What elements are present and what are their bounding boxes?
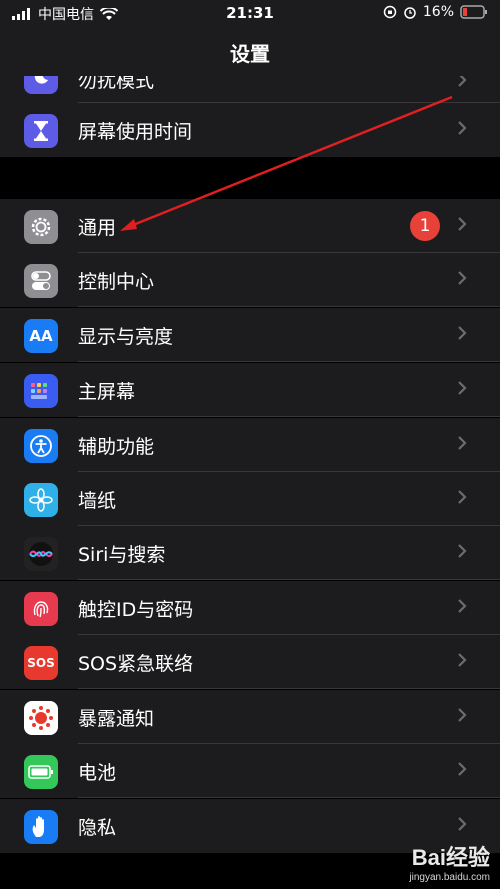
home-grid-icon [24,374,58,408]
sos-icon-text: SOS [27,656,55,670]
row-label: 辅助功能 [78,436,155,458]
settings-row-screen-time[interactable]: 屏幕使用时间 [0,103,500,157]
row-separator [78,416,500,417]
watermark-logo: Bai经验 [411,845,490,870]
row-label: 通用 [78,217,117,239]
row-separator [78,361,500,362]
settings-row-accessibility[interactable]: 辅助功能 [0,418,500,472]
battery-icon [24,755,58,789]
chevron-right-icon [458,271,467,285]
settings-row-home-screen[interactable]: 主屏幕 [0,363,500,417]
chevron-right-icon [458,762,467,776]
display-icon: AA [24,319,58,353]
settings-row-exposure-notifications[interactable]: 暴露通知 [0,690,500,744]
settings-row-display-brightness[interactable]: AA 显示与亮度 [0,308,500,362]
chevron-right-icon [458,436,467,450]
chevron-right-icon [458,326,467,340]
gear-icon [24,210,58,244]
settings-row-siri-search[interactable]: Siri与搜索 [0,526,500,580]
siri-icon [24,537,58,571]
row-separator [78,306,500,307]
settings-row-emergency-sos[interactable]: SOS SOS紧急联络 [0,635,500,689]
row-label: 屏幕使用时间 [78,121,193,143]
display-icon-text: AA [29,327,53,345]
notification-badge: 1 [410,211,440,241]
chevron-right-icon [458,708,467,722]
chevron-right-icon [458,76,467,87]
row-separator [78,579,500,580]
chevron-right-icon [458,544,467,558]
row-label: 墙纸 [78,490,117,512]
row-label: 暴露通知 [78,708,155,730]
flower-icon [24,483,58,517]
row-label: SOS紧急联络 [78,653,194,675]
settings-row-general[interactable]: 通用 1 [0,199,500,253]
row-label: 显示与亮度 [78,326,174,348]
row-label: 控制中心 [78,271,155,293]
chevron-right-icon [458,490,467,504]
section-gap [0,157,500,199]
orientation-lock-icon [383,5,397,19]
chevron-right-icon [458,599,467,613]
settings-row-battery[interactable]: 电池 [0,744,500,798]
battery-status-icon [460,5,487,19]
chevron-right-icon [458,381,467,395]
settings-row-wallpaper[interactable]: 墙纸 [0,472,500,526]
sos-icon: SOS [24,646,58,680]
battery-percent: 16% [422,4,454,20]
alarm-icon [404,7,416,19]
row-separator [78,797,500,798]
nav-bar: 设置 [0,26,500,76]
chevron-right-icon [458,217,467,231]
accessibility-icon [24,429,58,463]
chevron-right-icon [458,121,467,135]
hand-icon [24,810,58,844]
status-bar: 中国电信 21:31 16% [0,0,500,26]
settings-row-touch-id[interactable]: 触控ID与密码 [0,581,500,635]
moon-icon [24,76,58,94]
row-label: 触控ID与密码 [78,599,194,621]
page-title: 设置 [230,42,270,66]
chevron-right-icon [458,653,467,667]
watermark: Bai经验 jingyan.baidu.com [409,840,490,883]
row-label: 电池 [78,762,117,784]
row-label: 勿扰模式 [78,76,155,92]
row-separator [78,688,500,689]
toggles-icon [24,264,58,298]
settings-row-do-not-disturb[interactable]: 勿扰模式 [0,76,500,103]
row-label: 隐私 [78,817,117,839]
row-label: 主屏幕 [78,381,136,403]
watermark-url: jingyan.baidu.com [409,872,490,883]
fingerprint-icon [24,592,58,626]
settings-row-control-center[interactable]: 控制中心 [0,253,500,307]
hourglass-icon [24,114,58,148]
exposure-icon [24,701,58,735]
chevron-right-icon [458,817,467,831]
row-label: Siri与搜索 [78,544,166,566]
